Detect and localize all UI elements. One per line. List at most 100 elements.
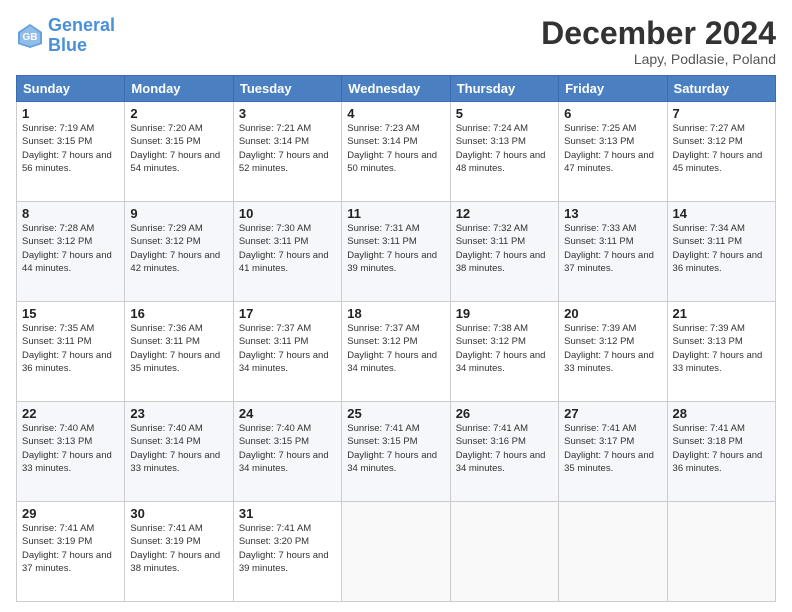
sunrise-text: Sunrise: 7:39 AM [564,322,661,335]
cell-text: Sunrise: 7:37 AMSunset: 3:12 PMDaylight:… [347,322,444,375]
table-cell: 27Sunrise: 7:41 AMSunset: 3:17 PMDayligh… [559,402,667,502]
day-number: 21 [673,306,770,321]
cell-text: Sunrise: 7:28 AMSunset: 3:12 PMDaylight:… [22,222,119,275]
daylight-text: Daylight: 7 hours and 44 minutes. [22,249,119,276]
cell-text: Sunrise: 7:38 AMSunset: 3:12 PMDaylight:… [456,322,553,375]
sunrise-text: Sunrise: 7:40 AM [130,422,227,435]
sunset-text: Sunset: 3:13 PM [22,435,119,448]
daylight-text: Daylight: 7 hours and 47 minutes. [564,149,661,176]
sunrise-text: Sunrise: 7:37 AM [347,322,444,335]
sunset-text: Sunset: 3:15 PM [239,435,336,448]
day-number: 29 [22,506,119,521]
sunset-text: Sunset: 3:11 PM [130,335,227,348]
cell-text: Sunrise: 7:41 AMSunset: 3:20 PMDaylight:… [239,522,336,575]
cell-text: Sunrise: 7:33 AMSunset: 3:11 PMDaylight:… [564,222,661,275]
sunrise-text: Sunrise: 7:39 AM [673,322,770,335]
day-number: 7 [673,106,770,121]
col-wednesday: Wednesday [342,76,450,102]
table-cell: 29Sunrise: 7:41 AMSunset: 3:19 PMDayligh… [17,502,125,602]
sunset-text: Sunset: 3:19 PM [22,535,119,548]
cell-text: Sunrise: 7:24 AMSunset: 3:13 PMDaylight:… [456,122,553,175]
calendar-row: 1Sunrise: 7:19 AMSunset: 3:15 PMDaylight… [17,102,776,202]
calendar-subtitle: Lapy, Podlasie, Poland [541,51,776,67]
day-number: 1 [22,106,119,121]
table-cell: 18Sunrise: 7:37 AMSunset: 3:12 PMDayligh… [342,302,450,402]
daylight-text: Daylight: 7 hours and 52 minutes. [239,149,336,176]
table-cell: 5Sunrise: 7:24 AMSunset: 3:13 PMDaylight… [450,102,558,202]
cell-text: Sunrise: 7:35 AMSunset: 3:11 PMDaylight:… [22,322,119,375]
cell-text: Sunrise: 7:37 AMSunset: 3:11 PMDaylight:… [239,322,336,375]
daylight-text: Daylight: 7 hours and 36 minutes. [673,449,770,476]
sunset-text: Sunset: 3:19 PM [130,535,227,548]
sunrise-text: Sunrise: 7:38 AM [456,322,553,335]
day-number: 15 [22,306,119,321]
sunset-text: Sunset: 3:12 PM [130,235,227,248]
sunrise-text: Sunrise: 7:28 AM [22,222,119,235]
sunrise-text: Sunrise: 7:27 AM [673,122,770,135]
cell-text: Sunrise: 7:32 AMSunset: 3:11 PMDaylight:… [456,222,553,275]
sunrise-text: Sunrise: 7:35 AM [22,322,119,335]
table-cell: 7Sunrise: 7:27 AMSunset: 3:12 PMDaylight… [667,102,775,202]
sunrise-text: Sunrise: 7:40 AM [22,422,119,435]
table-cell: 3Sunrise: 7:21 AMSunset: 3:14 PMDaylight… [233,102,341,202]
cell-text: Sunrise: 7:36 AMSunset: 3:11 PMDaylight:… [130,322,227,375]
day-number: 5 [456,106,553,121]
calendar-title: December 2024 [541,16,776,51]
col-sunday: Sunday [17,76,125,102]
header-row: Sunday Monday Tuesday Wednesday Thursday… [17,76,776,102]
col-monday: Monday [125,76,233,102]
sunrise-text: Sunrise: 7:19 AM [22,122,119,135]
day-number: 18 [347,306,444,321]
day-number: 17 [239,306,336,321]
table-cell: 8Sunrise: 7:28 AMSunset: 3:12 PMDaylight… [17,202,125,302]
sunset-text: Sunset: 3:15 PM [22,135,119,148]
table-cell: 4Sunrise: 7:23 AMSunset: 3:14 PMDaylight… [342,102,450,202]
sunrise-text: Sunrise: 7:32 AM [456,222,553,235]
sunset-text: Sunset: 3:11 PM [673,235,770,248]
day-number: 28 [673,406,770,421]
daylight-text: Daylight: 7 hours and 38 minutes. [130,549,227,576]
sunrise-text: Sunrise: 7:33 AM [564,222,661,235]
sunrise-text: Sunrise: 7:30 AM [239,222,336,235]
sunrise-text: Sunrise: 7:23 AM [347,122,444,135]
table-cell: 23Sunrise: 7:40 AMSunset: 3:14 PMDayligh… [125,402,233,502]
sunset-text: Sunset: 3:15 PM [130,135,227,148]
logo-line1: General [48,15,115,35]
day-number: 31 [239,506,336,521]
col-friday: Friday [559,76,667,102]
sunset-text: Sunset: 3:13 PM [456,135,553,148]
sunset-text: Sunset: 3:11 PM [456,235,553,248]
day-number: 14 [673,206,770,221]
sunset-text: Sunset: 3:11 PM [347,235,444,248]
table-cell: 15Sunrise: 7:35 AMSunset: 3:11 PMDayligh… [17,302,125,402]
day-number: 13 [564,206,661,221]
daylight-text: Daylight: 7 hours and 34 minutes. [239,449,336,476]
daylight-text: Daylight: 7 hours and 39 minutes. [239,549,336,576]
col-thursday: Thursday [450,76,558,102]
table-cell: 20Sunrise: 7:39 AMSunset: 3:12 PMDayligh… [559,302,667,402]
day-number: 8 [22,206,119,221]
cell-text: Sunrise: 7:41 AMSunset: 3:18 PMDaylight:… [673,422,770,475]
daylight-text: Daylight: 7 hours and 33 minutes. [130,449,227,476]
sunset-text: Sunset: 3:14 PM [130,435,227,448]
sunset-text: Sunset: 3:12 PM [564,335,661,348]
sunset-text: Sunset: 3:13 PM [564,135,661,148]
sunrise-text: Sunrise: 7:41 AM [130,522,227,535]
daylight-text: Daylight: 7 hours and 42 minutes. [130,249,227,276]
daylight-text: Daylight: 7 hours and 35 minutes. [564,449,661,476]
day-number: 19 [456,306,553,321]
daylight-text: Daylight: 7 hours and 36 minutes. [673,249,770,276]
day-number: 2 [130,106,227,121]
sunset-text: Sunset: 3:13 PM [673,335,770,348]
daylight-text: Daylight: 7 hours and 56 minutes. [22,149,119,176]
sunset-text: Sunset: 3:17 PM [564,435,661,448]
sunrise-text: Sunrise: 7:41 AM [22,522,119,535]
table-cell [667,502,775,602]
sunrise-text: Sunrise: 7:20 AM [130,122,227,135]
daylight-text: Daylight: 7 hours and 48 minutes. [456,149,553,176]
sunset-text: Sunset: 3:14 PM [239,135,336,148]
cell-text: Sunrise: 7:29 AMSunset: 3:12 PMDaylight:… [130,222,227,275]
sunset-text: Sunset: 3:12 PM [456,335,553,348]
sunrise-text: Sunrise: 7:41 AM [456,422,553,435]
calendar-row: 22Sunrise: 7:40 AMSunset: 3:13 PMDayligh… [17,402,776,502]
